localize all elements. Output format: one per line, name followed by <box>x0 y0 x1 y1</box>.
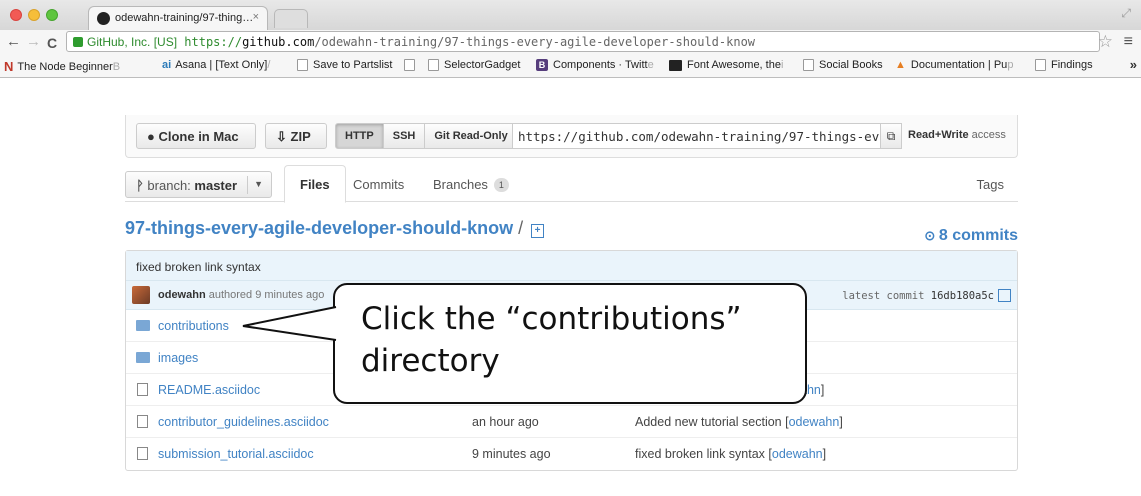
tab-branches[interactable]: Branches 1 <box>433 177 509 192</box>
node-logo-icon: N <box>4 59 14 74</box>
bookmark-components[interactable]: B Components · Twitt e <box>536 59 654 71</box>
branch-icon: ᚹ <box>136 178 148 193</box>
chevron-down-icon: ▼ <box>247 176 263 194</box>
file-age: an hour ago <box>472 415 539 429</box>
callout-line-2: directory <box>361 343 500 379</box>
latest-commit-sha: latest commit 16db180a5c <box>842 289 1011 302</box>
bookmark-findings[interactable]: Findings <box>1035 59 1093 71</box>
back-arrow-icon[interactable]: ← <box>6 33 21 50</box>
tab-tags[interactable]: Tags <box>977 177 1004 192</box>
protocol-ssh-button[interactable]: SSH <box>382 123 426 149</box>
menu-icon[interactable]: ≡ <box>1124 33 1133 51</box>
commit-author-link[interactable]: odewahn <box>772 447 823 461</box>
folder-icon <box>136 352 150 363</box>
browser-tab[interactable]: odewahn-training/97-thing… × <box>88 6 268 30</box>
bookmark-untitled[interactable] <box>404 59 420 71</box>
page-icon <box>428 59 439 71</box>
file-icon <box>137 383 148 396</box>
file-age: 9 minutes ago <box>472 447 551 461</box>
more-bookmarks-icon[interactable]: » <box>1130 57 1137 72</box>
latest-commit-message[interactable]: fixed broken link syntax <box>126 251 1017 281</box>
new-tab-button[interactable] <box>274 9 308 28</box>
bootstrap-icon: B <box>536 59 548 71</box>
browser-titlebar: odewahn-training/97-thing… × ⤢ <box>0 0 1141 30</box>
bookmark-selectorgadget[interactable]: SelectorGadget <box>428 59 520 71</box>
github-icon <box>97 12 110 25</box>
ev-certificate-label: GitHub, Inc. [US] <box>87 35 178 49</box>
commit-count-link[interactable]: ⊙ 8 commits <box>924 227 1018 245</box>
commit-author-link[interactable]: odewahn <box>158 289 206 301</box>
bookmark-documentation[interactable]: ▲ Documentation | Pu p <box>895 59 1013 71</box>
tab-title: odewahn-training/97-thing… <box>115 12 254 24</box>
tab-files[interactable]: Files <box>284 165 346 203</box>
bookmark-save-to-partslist[interactable]: Save to Partslist <box>297 59 392 71</box>
close-window-button[interactable] <box>10 9 22 21</box>
bookmarks-bar: N The Node Beginner B ai Asana | [Text Onl… <box>0 55 1141 77</box>
clone-url-field[interactable]: https://github.com/odewahn-training/97-t… <box>512 123 882 149</box>
page-icon <box>803 59 814 71</box>
clone-in-mac-button[interactable]: ● Clone in Mac <box>136 123 256 149</box>
file-link-images[interactable]: images <box>158 351 198 365</box>
protocol-git-readonly-button[interactable]: Git Read-Only <box>424 123 518 149</box>
puppet-icon: ▲ <box>895 59 906 71</box>
address-bar[interactable]: GitHub, Inc. [US] https://github.com/ode… <box>66 31 1100 52</box>
bookmark-font-awesome[interactable]: Font Awesome, the i <box>669 59 783 71</box>
bookmark-asana[interactable]: ai Asana | [Text Only] / <box>162 59 270 71</box>
forward-arrow-icon[interactable]: → <box>26 33 41 50</box>
reload-icon[interactable]: C <box>47 35 57 51</box>
repo-tabs: ᚹ branch: master ▼ Files Commits Branche… <box>125 165 1018 203</box>
page-icon <box>404 59 415 71</box>
avatar[interactable] <box>132 286 150 304</box>
clone-protocol-selector: HTTP SSH Git Read-Only <box>335 123 518 149</box>
history-icon: ⊙ <box>924 228 939 243</box>
apple-icon: ● <box>147 129 159 144</box>
file-icon <box>137 415 148 428</box>
file-link-submission-tutorial[interactable]: submission_tutorial.asciidoc <box>158 447 314 461</box>
bookmark-social-books[interactable]: Social Books <box>803 59 883 71</box>
tab-close-icon[interactable]: × <box>253 11 259 23</box>
table-row: contributor_guidelines.asciidoc an hour … <box>126 406 1017 438</box>
browser-toolbar: ← → C GitHub, Inc. [US] https://github.c… <box>0 30 1141 78</box>
tab-commits[interactable]: Commits <box>353 177 404 192</box>
zoom-window-button[interactable] <box>46 9 58 21</box>
copy-clipboard-icon[interactable]: ⧉ <box>880 123 902 149</box>
callout-line-1: Click the “contributions” <box>361 301 742 337</box>
url-scheme: https:// <box>184 35 243 49</box>
page-icon <box>1035 59 1046 71</box>
file-icon <box>137 447 148 460</box>
instruction-callout: Click the “contributions” directory <box>333 283 807 404</box>
clone-bar: ● Clone in Mac ⇩ ZIP HTTP SSH Git Read-O… <box>125 115 1018 158</box>
file-commit-message: fixed broken link syntax [odewahn] <box>635 447 827 461</box>
zip-download-button[interactable]: ⇩ ZIP <box>265 123 327 149</box>
protocol-http-button[interactable]: HTTP <box>335 123 384 149</box>
copy-sha-icon[interactable] <box>998 289 1011 302</box>
minimize-window-button[interactable] <box>28 9 40 21</box>
bookmark-node-beginner[interactable]: N The Node Beginner B <box>4 59 120 74</box>
url-host: github.com <box>242 35 315 49</box>
file-link-contributions[interactable]: contributions <box>158 319 229 333</box>
asana-icon: ai <box>162 59 172 71</box>
access-level-label: Read+Write access <box>908 129 1006 141</box>
file-link-contributor-guidelines[interactable]: contributor_guidelines.asciidoc <box>158 415 329 429</box>
file-link-readme[interactable]: README.asciidoc <box>158 383 260 397</box>
commit-sha-link[interactable]: 16db180a5c <box>931 290 994 302</box>
branches-count-badge: 1 <box>493 178 509 192</box>
bookmark-star-icon[interactable]: ☆ <box>1098 32 1113 52</box>
branch-selector[interactable]: ᚹ branch: master ▼ <box>125 171 272 198</box>
table-row: submission_tutorial.asciidoc 9 minutes a… <box>126 438 1017 470</box>
file-commit-message: Added new tutorial section [odewahn] <box>635 415 843 429</box>
cloud-download-icon: ⇩ <box>276 129 291 144</box>
page-icon <box>297 59 308 71</box>
font-awesome-icon <box>669 59 682 71</box>
folder-icon <box>136 320 150 331</box>
lock-icon <box>73 37 83 47</box>
repo-title: 97-things-every-agile-developer-should-k… <box>125 218 545 239</box>
url-path: /odewahn-training/97-things-every-agile-… <box>314 35 756 49</box>
fullscreen-icon[interactable]: ⤢ <box>1121 6 1131 21</box>
repo-name-link[interactable]: 97-things-every-agile-developer-should-k… <box>125 218 513 238</box>
commit-author-link[interactable]: odewahn <box>789 415 840 429</box>
add-file-icon[interactable]: + <box>531 224 545 238</box>
